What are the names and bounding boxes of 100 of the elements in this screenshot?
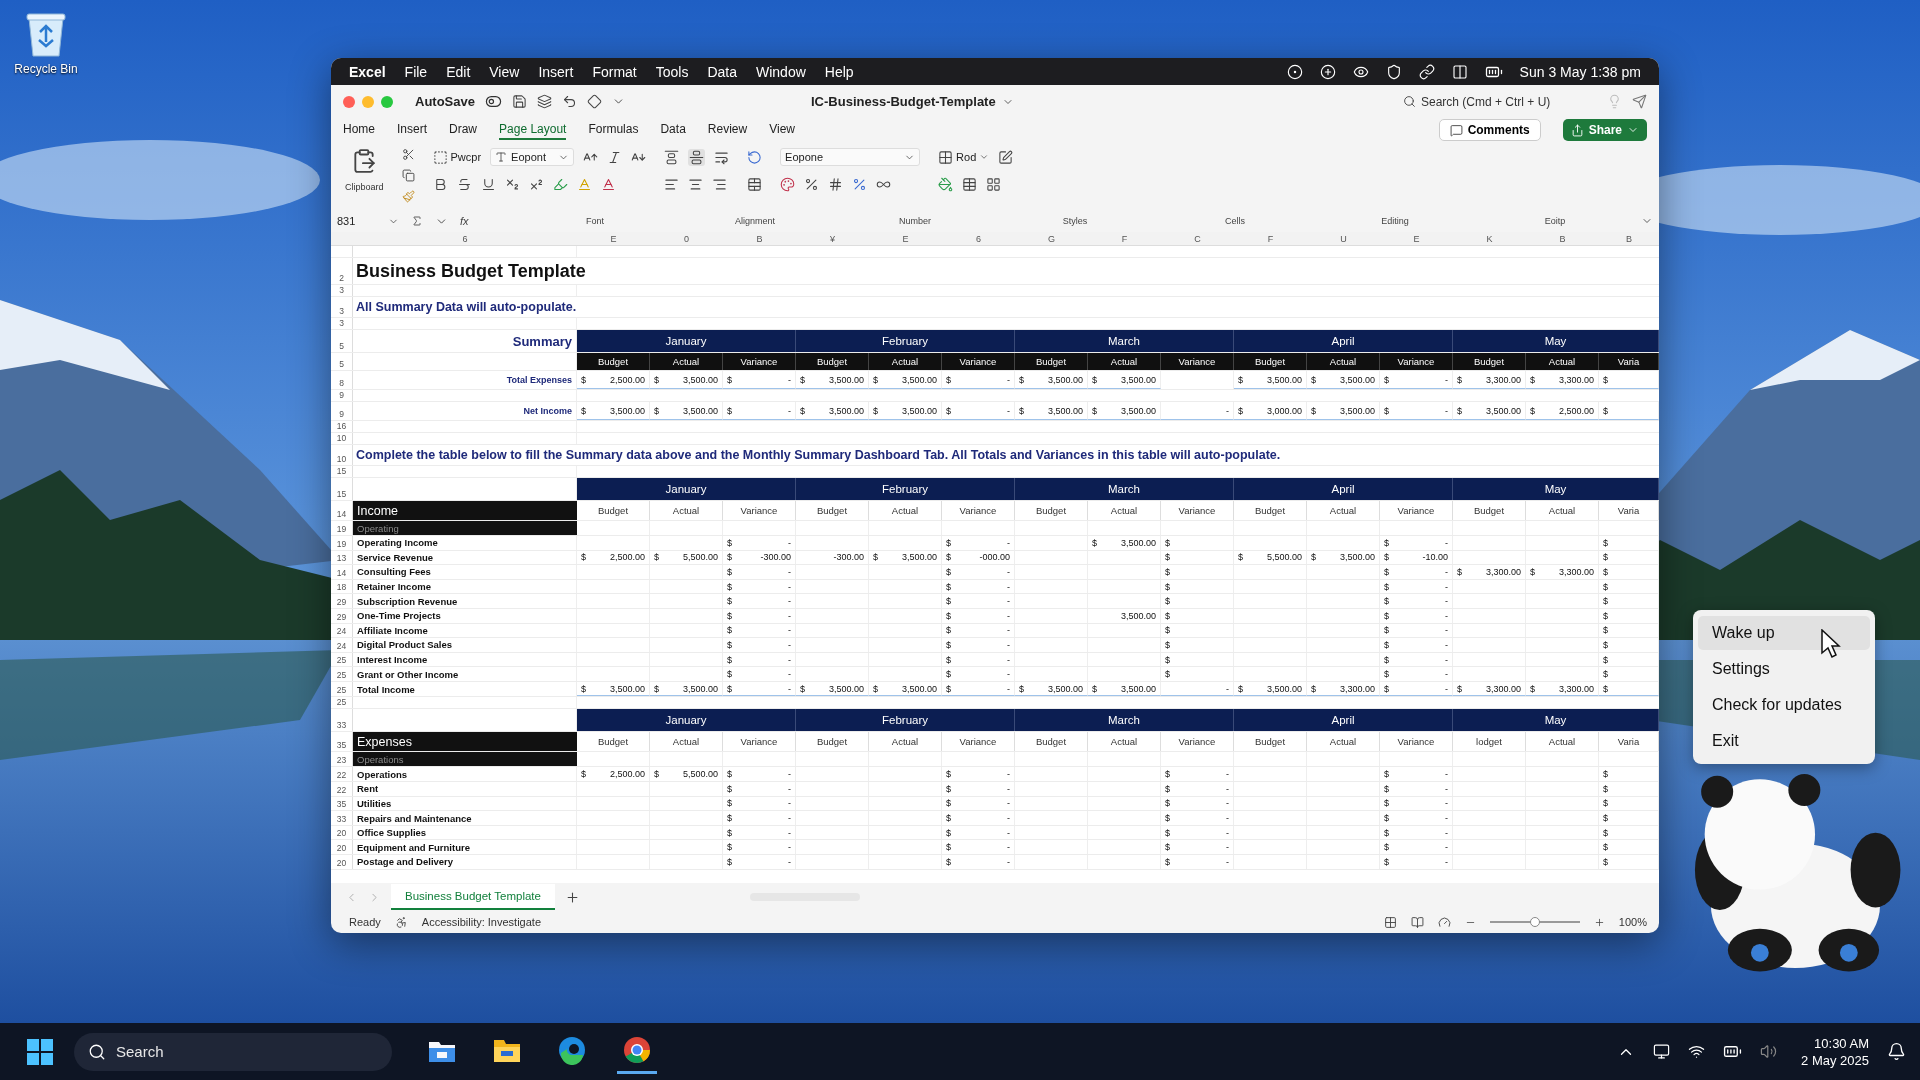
menu-item[interactable]: Settings (1698, 652, 1870, 686)
menu-item[interactable]: File (404, 63, 428, 80)
font-color-icon[interactable] (576, 176, 592, 192)
number-icon[interactable] (828, 176, 844, 192)
merge-cells-icon[interactable] (747, 176, 763, 192)
recycle-bin-icon[interactable] (25, 10, 67, 58)
copy-icon[interactable] (401, 169, 415, 182)
wrap-text-icon[interactable] (714, 149, 730, 165)
normal-view-icon[interactable] (1383, 915, 1397, 929)
slider-thumb[interactable] (1529, 917, 1540, 927)
align-right-icon[interactable] (712, 176, 728, 192)
column-letter[interactable]: U (1307, 232, 1380, 246)
column-letter[interactable]: F (1234, 232, 1307, 246)
shield-icon[interactable] (1385, 63, 1402, 80)
style-button[interactable]: Pwcpr (432, 149, 482, 165)
font-color-icon[interactable] (600, 176, 616, 192)
orientation-icon[interactable] (747, 149, 763, 165)
menu-item[interactable]: Format (592, 63, 637, 80)
taskbar-date[interactable]: 2 May 2025 (1801, 1052, 1869, 1068)
comments-button[interactable]: Comments (1438, 119, 1541, 141)
layout-icon[interactable] (986, 176, 1002, 192)
highlighter-icon[interactable] (552, 176, 568, 192)
percent-icon[interactable] (804, 176, 820, 192)
percent-icon[interactable] (852, 176, 868, 192)
column-letter[interactable]: F (1088, 232, 1161, 246)
italic-icon[interactable] (607, 149, 623, 165)
menu-item[interactable]: Data (707, 63, 737, 80)
zoom-level[interactable]: 100% (1618, 916, 1647, 928)
save-icon[interactable] (511, 94, 527, 109)
app-menu[interactable]: Excel (349, 63, 386, 80)
add-icon[interactable] (1319, 63, 1336, 80)
ribbon-tab[interactable]: Page Layout (499, 120, 567, 140)
column-letter[interactable]: 6 (353, 232, 577, 246)
superscript-icon[interactable] (528, 176, 544, 192)
menu-item[interactable]: Tools (655, 63, 689, 80)
column-letter[interactable]: K (1453, 232, 1526, 246)
browser-icon[interactable] (622, 1035, 652, 1065)
speaker-icon[interactable] (1760, 1043, 1778, 1060)
column-letter[interactable]: E (869, 232, 942, 246)
menu-item[interactable]: Check for updates (1698, 688, 1870, 722)
align-middle-icon[interactable] (689, 149, 705, 165)
column-letter[interactable]: E (1380, 232, 1453, 246)
desktop-icon-label[interactable]: Recycle Bin (14, 62, 78, 76)
column-letter[interactable]: 6 (942, 232, 1015, 246)
font-dropdown[interactable]: Eopont (490, 148, 575, 166)
column-letter[interactable]: C (1161, 232, 1234, 246)
align-left-icon[interactable] (664, 176, 680, 192)
add-sheet-icon[interactable] (564, 889, 580, 905)
columns-icon[interactable] (1451, 63, 1468, 80)
ribbon-tab[interactable]: Formulas (588, 120, 639, 140)
column-letter[interactable]: E (577, 232, 650, 246)
ribbon-tab[interactable]: Data (660, 120, 686, 140)
ribbon-tab[interactable]: Review (707, 120, 748, 140)
search-field[interactable]: Search (Cmd + Ctrl + U) (1397, 90, 1597, 113)
share-button[interactable]: Share (1562, 119, 1647, 141)
page-layout-icon[interactable] (1410, 915, 1424, 929)
align-center-icon[interactable] (688, 176, 704, 192)
bell-icon[interactable] (1887, 1042, 1906, 1061)
display-icon[interactable] (1653, 1043, 1671, 1060)
accessibility-icon[interactable] (394, 915, 408, 929)
name-box[interactable]: 831 (337, 215, 399, 227)
zoom-in-icon[interactable] (1593, 916, 1605, 928)
undo-icon[interactable] (561, 94, 577, 109)
column-letter[interactable]: G (1015, 232, 1088, 246)
subscript-icon[interactable] (504, 176, 520, 192)
column-letter[interactable]: 0 (650, 232, 723, 246)
sigma-icon[interactable] (411, 215, 423, 227)
underline-icon[interactable] (480, 176, 496, 192)
diamond-icon[interactable] (586, 94, 602, 109)
send-icon[interactable] (1632, 94, 1647, 109)
wifi-icon[interactable] (1688, 1043, 1706, 1060)
toggle-icon[interactable] (484, 93, 502, 110)
paste-icon[interactable] (351, 148, 378, 174)
scissors-icon[interactable] (401, 148, 415, 161)
sheet-tab[interactable]: Business Budget Template (391, 884, 555, 910)
status-icon[interactable] (1286, 63, 1303, 80)
ribbon-tab[interactable]: Draw (449, 120, 478, 140)
column-letter[interactable]: B (1526, 232, 1599, 246)
menu-item[interactable]: Help (824, 63, 854, 80)
menu-item[interactable]: Exit (1698, 724, 1870, 758)
close-button[interactable] (343, 95, 355, 108)
layers-icon[interactable] (536, 94, 552, 109)
menu-item[interactable]: Window (756, 63, 806, 80)
ribbon-tab[interactable]: View (769, 120, 795, 140)
column-letter[interactable]: B (723, 232, 796, 246)
browser-icon[interactable] (557, 1035, 587, 1065)
search-field[interactable]: Search (74, 1032, 392, 1071)
number-format-dropdown[interactable]: Eopone (780, 148, 921, 166)
windows-start-icon[interactable] (27, 1038, 53, 1065)
styles-dropdown[interactable]: Rod (938, 149, 990, 165)
link-icon[interactable] (1418, 63, 1435, 80)
ribbon-tab[interactable]: Home (343, 120, 375, 140)
function-button[interactable]: fx (460, 215, 469, 227)
align-top-icon[interactable] (664, 149, 680, 165)
edit-icon[interactable] (998, 149, 1014, 165)
column-letter[interactable]: ¥ (796, 232, 869, 246)
menu-item[interactable]: Edit (446, 63, 471, 80)
menu-item[interactable]: Insert (538, 63, 574, 80)
table-icon[interactable] (962, 176, 978, 192)
page-break-icon[interactable] (1437, 915, 1451, 929)
